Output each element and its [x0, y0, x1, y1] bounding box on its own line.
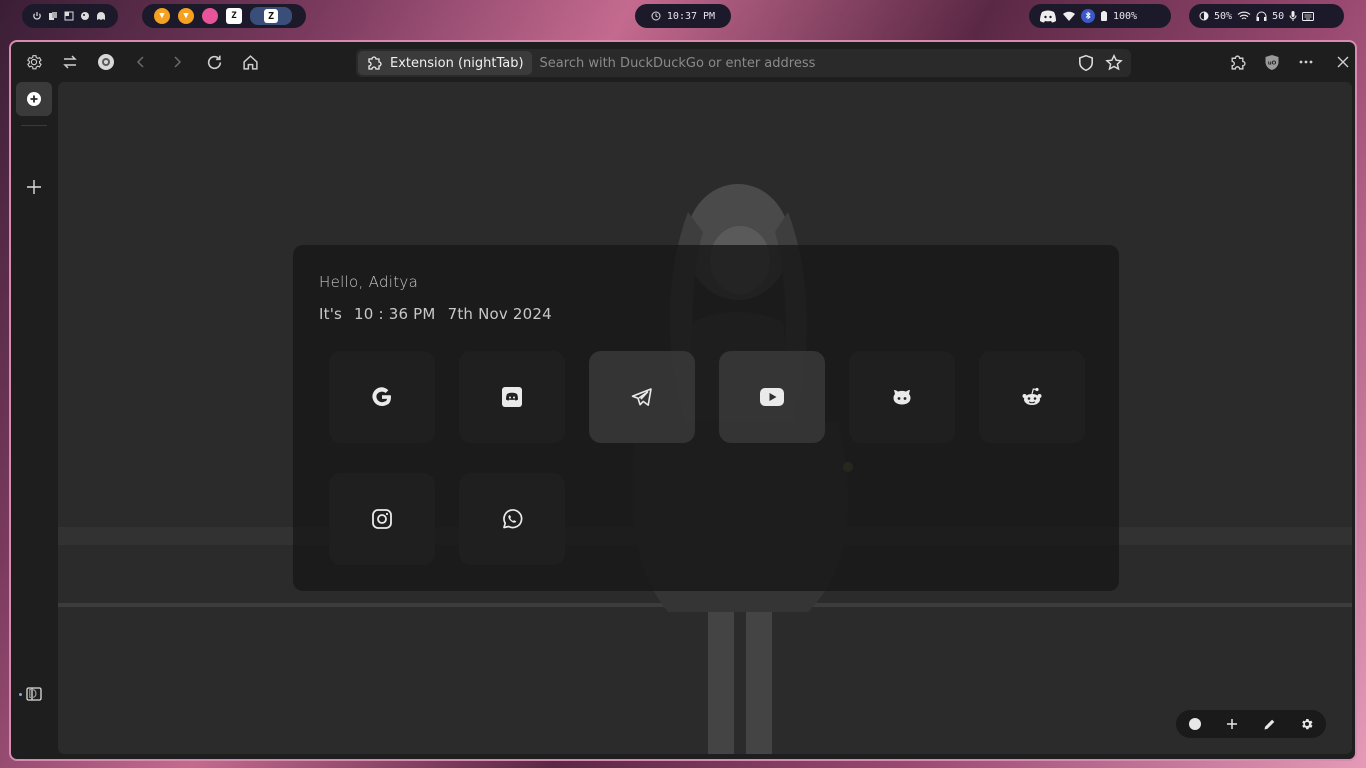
- bookmark-reddit[interactable]: [979, 351, 1085, 443]
- workspace-dot: [19, 692, 22, 696]
- browser-toolbar: Extension (nightTab) uO: [11, 42, 1355, 82]
- plus-circle-icon: [27, 92, 41, 106]
- ublock-icon[interactable]: uO: [1260, 50, 1284, 74]
- extension-name: Extension (nightTab): [390, 55, 524, 71]
- reload-icon[interactable]: [202, 50, 226, 74]
- greeting-text: Hello, Aditya: [319, 273, 419, 291]
- telegram-icon: [631, 388, 652, 406]
- headphones-icon[interactable]: [1256, 11, 1267, 21]
- clock-time: 10:37 PM: [666, 10, 716, 22]
- files-icon[interactable]: [48, 11, 58, 21]
- svg-text:uO: uO: [1268, 60, 1277, 66]
- microphone-icon[interactable]: [1289, 11, 1297, 21]
- extensions-icon[interactable]: [1225, 50, 1249, 74]
- bookmark-discord[interactable]: [459, 351, 565, 443]
- bookmark-star-icon[interactable]: [1105, 54, 1123, 72]
- reddit-icon: [1022, 387, 1042, 405]
- new-tab-active-button[interactable]: [16, 82, 52, 116]
- bookmark-whatsapp[interactable]: [459, 473, 565, 565]
- zed-icon[interactable]: Z: [226, 8, 242, 24]
- new-tab-button[interactable]: [16, 170, 52, 204]
- address-bar[interactable]: Extension (nightTab): [356, 49, 1131, 77]
- bookmark-telegram[interactable]: [589, 351, 695, 443]
- pink-app-icon[interactable]: [202, 8, 218, 24]
- workspace-indicator[interactable]: D: [19, 687, 37, 701]
- github-icon: [893, 390, 911, 405]
- instagram-icon: [372, 509, 392, 529]
- brightness-level: 50%: [1214, 10, 1233, 22]
- menu-icon[interactable]: [1294, 50, 1318, 74]
- youtube-icon: [760, 388, 784, 406]
- nighttab-panel: Hello, Aditya It's 10 : 36 PM 7th Nov 20…: [293, 245, 1119, 591]
- plus-icon: [27, 180, 41, 194]
- brave-icon[interactable]: ▼: [154, 8, 170, 24]
- bookmark-github[interactable]: [849, 351, 955, 443]
- downloads-button[interactable]: [16, 758, 52, 759]
- back-icon[interactable]: [129, 50, 153, 74]
- bookmark-google[interactable]: [329, 351, 435, 443]
- browser-sidebar: D: [11, 82, 57, 759]
- sidebar-separator: [21, 125, 47, 126]
- nighttab-controls: [1176, 710, 1326, 738]
- puzzle-icon: [368, 56, 382, 70]
- bluetooth-icon[interactable]: [1081, 9, 1095, 23]
- brightness-icon[interactable]: [1199, 11, 1209, 21]
- forward-icon[interactable]: [165, 50, 189, 74]
- edit-icon[interactable]: [1263, 718, 1276, 731]
- bookmark-youtube[interactable]: [719, 351, 825, 443]
- discord-icon: [502, 387, 522, 407]
- volume-level: 50: [1272, 10, 1285, 22]
- current-date: 7th Nov 2024: [447, 305, 552, 323]
- settings-icon[interactable]: [22, 50, 46, 74]
- discord-icon[interactable]: [1039, 10, 1057, 23]
- clock-pill[interactable]: 10:37 PM: [635, 4, 731, 28]
- brave-icon[interactable]: ▼: [178, 8, 194, 24]
- whatsapp-icon: [503, 509, 523, 529]
- clock-icon: [651, 11, 661, 21]
- its-label: It's: [319, 305, 343, 323]
- workspace-label: D: [28, 687, 38, 701]
- bookmark-instagram[interactable]: [329, 473, 435, 565]
- add-bookmark-icon[interactable]: [1226, 718, 1238, 730]
- taskbar-apps: ▼ ▼ Z Z: [142, 4, 306, 28]
- window-icon[interactable]: [64, 11, 74, 21]
- keyboard-icon[interactable]: [1302, 11, 1315, 21]
- zed-active-app[interactable]: Z: [250, 7, 292, 25]
- home-icon[interactable]: [238, 50, 262, 74]
- browser-window: Extension (nightTab) uO: [9, 40, 1357, 761]
- theme-toggle-icon[interactable]: [1188, 717, 1202, 731]
- system-pill: 50% 50: [1189, 4, 1344, 28]
- wifi-icon[interactable]: [1237, 11, 1251, 21]
- palette-icon[interactable]: [80, 11, 90, 21]
- swap-icon[interactable]: [58, 50, 82, 74]
- google-icon: [372, 387, 391, 407]
- zed-icon: Z: [264, 9, 278, 23]
- settings-icon[interactable]: [1300, 717, 1314, 731]
- shield-icon[interactable]: [1077, 54, 1095, 72]
- power-icon[interactable]: [32, 11, 42, 21]
- date-time-line: It's 10 : 36 PM 7th Nov 2024: [319, 305, 552, 323]
- url-input[interactable]: [539, 55, 1060, 71]
- current-time: 10 : 36 PM: [354, 305, 436, 323]
- status-pill: 100%: [1029, 4, 1171, 28]
- extension-identity-chip[interactable]: Extension (nightTab): [358, 51, 532, 75]
- battery-level: 100%: [1113, 10, 1138, 22]
- workspaces-pill[interactable]: [22, 4, 118, 28]
- nighttab-page: Hello, Aditya It's 10 : 36 PM 7th Nov 20…: [58, 82, 1352, 754]
- close-icon[interactable]: [1331, 50, 1355, 74]
- battery-icon: [1101, 11, 1107, 21]
- profile-icon[interactable]: [94, 50, 118, 74]
- ghost-icon[interactable]: [96, 11, 106, 21]
- wifi-icon[interactable]: [1063, 11, 1075, 21]
